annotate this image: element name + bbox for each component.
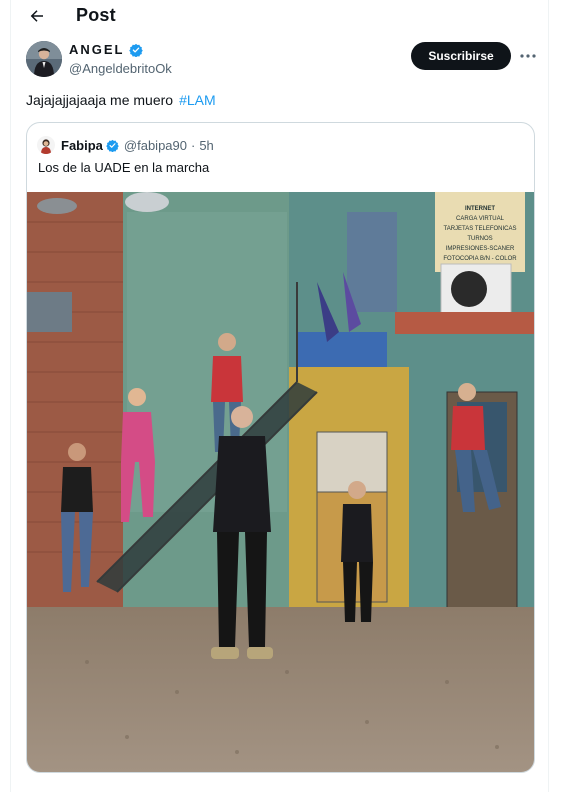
quote-author-name[interactable]: Fabipa: [61, 138, 103, 153]
arrow-left-icon: [30, 10, 43, 22]
author-name[interactable]: ANGEL: [69, 42, 143, 57]
svg-text:FOTOCOPIA B/N - COLOR: FOTOCOPIA B/N - COLOR: [443, 256, 517, 262]
quote-verified-badge-icon: [106, 139, 119, 152]
page-title: Post: [76, 5, 116, 25]
more-horizontal-icon: [520, 54, 536, 58]
svg-text:INTERNET: INTERNET: [465, 206, 495, 212]
hashtag-link[interactable]: #LAM: [179, 92, 216, 108]
back-button[interactable]: [23, 2, 51, 30]
quote-avatar[interactable]: [37, 136, 55, 154]
quote-timestamp[interactable]: 5h: [199, 138, 213, 153]
svg-text:IMPRESIONES-SCANER: IMPRESIONES-SCANER: [446, 246, 515, 252]
author-handle[interactable]: @AngeldebritoOk: [69, 61, 172, 76]
post-header: Post: [11, 0, 548, 34]
svg-text:TARJETAS TELEFONICAS: TARJETAS TELEFONICAS: [443, 226, 516, 232]
quoted-tweet-card[interactable]: Fabipa @fabipa90 · 5h Los de la UADE en …: [26, 122, 535, 773]
author-avatar[interactable]: [26, 41, 62, 77]
author-avatar-image: [26, 41, 62, 77]
svg-text:TURNOS: TURNOS: [467, 236, 492, 242]
quote-avatar-image: [37, 136, 55, 154]
group-photo-image: INTERNET CARGA VIRTUAL TARJETAS TELEFONI…: [27, 192, 534, 772]
quote-separator: ·: [190, 137, 196, 153]
post-column: Post ANGEL @AngeldebritoOk Suscribirse J…: [10, 0, 549, 792]
author-row: ANGEL @AngeldebritoOk Suscribirse: [11, 38, 548, 82]
quote-photo[interactable]: INTERNET CARGA VIRTUAL TARJETAS TELEFONI…: [27, 192, 534, 772]
verified-badge-icon: [128, 43, 143, 57]
tweet-body: Jajajajjajaaja me muero: [26, 92, 174, 108]
quote-header: Fabipa @fabipa90 · 5h: [37, 135, 214, 155]
svg-text:CARGA VIRTUAL: CARGA VIRTUAL: [456, 216, 505, 222]
tweet-text: Jajajajjajaaja me muero #LAM: [26, 92, 216, 108]
quote-author-handle[interactable]: @fabipa90: [124, 138, 187, 153]
subscribe-button[interactable]: Suscribirse: [411, 42, 511, 70]
author-name-text: ANGEL: [69, 42, 125, 57]
more-options-button[interactable]: [517, 46, 539, 66]
quote-text: Los de la UADE en la marcha: [38, 160, 210, 175]
